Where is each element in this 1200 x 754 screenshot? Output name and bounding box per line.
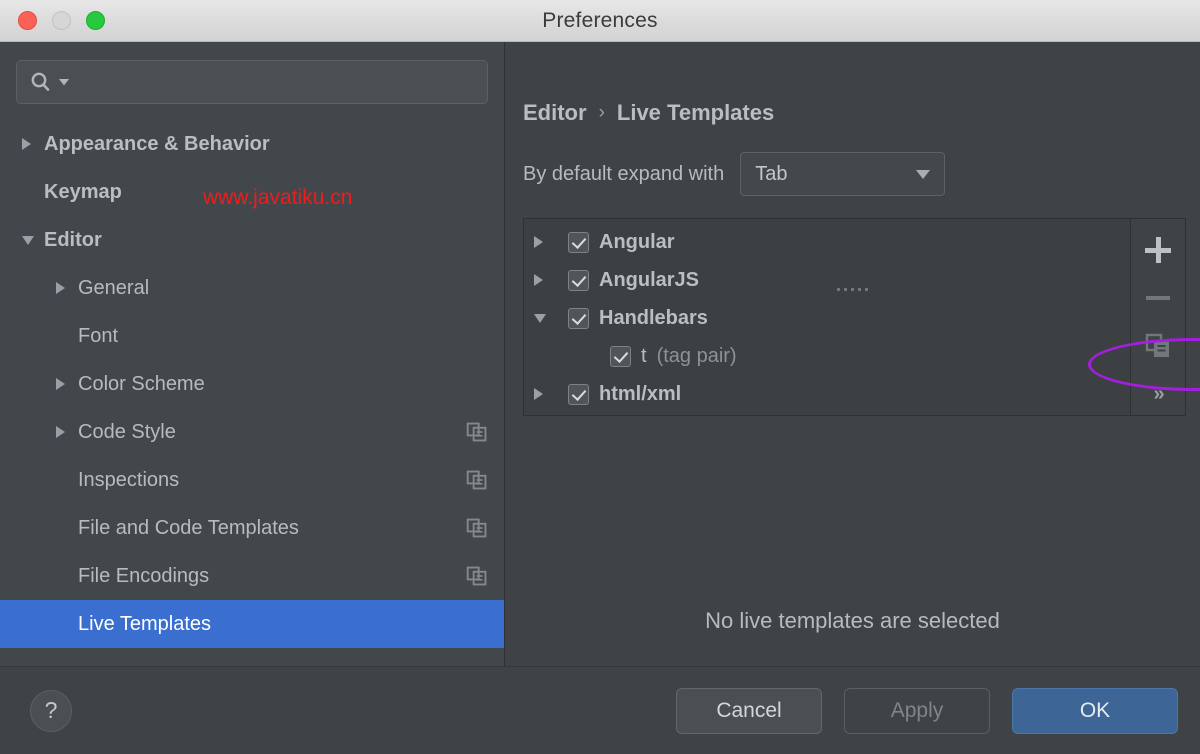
window-title: Preferences xyxy=(0,9,1200,33)
template-row[interactable]: Angular xyxy=(524,223,1130,261)
close-button-icon[interactable] xyxy=(18,11,37,30)
chevron-right-icon[interactable] xyxy=(56,426,78,438)
copy-settings-icon[interactable] xyxy=(466,469,488,491)
minimize-button-icon[interactable] xyxy=(52,11,71,30)
chevron-right-icon[interactable] xyxy=(56,378,78,390)
minus-icon xyxy=(1146,296,1170,300)
template-list-panel: Angular AngularJS Handlebars t (tag pair) htm… xyxy=(523,218,1186,416)
traffic-lights xyxy=(0,11,105,30)
sidebar-item-label: Code Style xyxy=(78,421,176,444)
more-options-button[interactable]: » xyxy=(1137,373,1179,415)
template-checkbox[interactable] xyxy=(568,384,589,405)
sidebar-item-appearance-behavior[interactable]: Appearance & Behavior xyxy=(0,120,504,168)
copy-settings-icon[interactable] xyxy=(466,565,488,587)
sidebar-item-label: Appearance & Behavior xyxy=(44,133,270,156)
template-row[interactable]: AngularJS xyxy=(524,261,1130,299)
chevron-right-icon[interactable] xyxy=(56,282,78,294)
template-checkbox[interactable] xyxy=(568,232,589,253)
preferences-window: Preferences Appearance & Behavior Keymap E… xyxy=(0,0,1200,754)
chevron-right-icon[interactable] xyxy=(534,274,558,286)
template-checkbox[interactable] xyxy=(610,346,631,367)
cancel-button[interactable]: Cancel xyxy=(676,688,822,734)
expand-with-row: By default expand with Tab xyxy=(505,126,1200,196)
sidebar-item-keymap[interactable]: Keymap xyxy=(0,168,504,216)
sidebar-item-label: Keymap xyxy=(44,181,122,204)
remove-template-button xyxy=(1137,277,1179,319)
sidebar-item-label: Color Scheme xyxy=(78,373,205,396)
expand-with-select[interactable]: Tab xyxy=(740,152,945,196)
sidebar-item-live-templates[interactable]: Live Templates xyxy=(0,600,504,648)
copy-icon xyxy=(1145,333,1171,359)
sidebar-item-file-and-code-templates[interactable]: File and Code Templates xyxy=(0,504,504,552)
sidebar-item-file-encodings[interactable]: File Encodings xyxy=(0,552,504,600)
template-description: (tag pair) xyxy=(657,345,737,368)
sidebar-item-label: Live Templates xyxy=(78,613,211,636)
sidebar-item-general[interactable]: General xyxy=(0,264,504,312)
search-icon xyxy=(29,70,53,94)
add-template-button[interactable] xyxy=(1137,229,1179,271)
breadcrumb: Editor › Live Templates xyxy=(505,42,1200,126)
sidebar-item-label: File and Code Templates xyxy=(78,517,299,540)
dialog-footer: ? Cancel Apply OK xyxy=(0,666,1200,754)
chevron-right-icon[interactable] xyxy=(534,236,558,248)
search-container xyxy=(0,42,504,114)
sidebar-item-color-scheme[interactable]: Color Scheme xyxy=(0,360,504,408)
settings-sidebar: Appearance & Behavior Keymap Editor General… xyxy=(0,42,505,666)
help-button[interactable]: ? xyxy=(30,690,72,732)
sidebar-item-label: Editor xyxy=(44,229,102,252)
chevron-right-icon[interactable] xyxy=(22,138,44,150)
sidebar-item-label: General xyxy=(78,277,149,300)
chevron-right-icon[interactable] xyxy=(534,388,558,400)
template-checkbox[interactable] xyxy=(568,270,589,291)
template-name: Angular xyxy=(599,231,675,254)
template-name: Handlebars xyxy=(599,307,708,330)
window-content: Appearance & Behavior Keymap Editor General… xyxy=(0,42,1200,666)
apply-button: Apply xyxy=(844,688,990,734)
double-chevron-right-icon: » xyxy=(1153,383,1162,406)
sidebar-item-label: Font xyxy=(78,325,118,348)
search-dropdown-icon[interactable] xyxy=(58,77,70,87)
search-input[interactable] xyxy=(16,60,488,104)
chevron-down-icon xyxy=(916,170,930,179)
title-bar: Preferences xyxy=(0,0,1200,42)
plus-icon xyxy=(1145,237,1171,263)
template-name: AngularJS xyxy=(599,269,699,292)
template-tree[interactable]: Angular AngularJS Handlebars t (tag pair) htm… xyxy=(524,219,1130,415)
template-name: t xyxy=(641,345,647,368)
chevron-down-icon[interactable] xyxy=(22,236,44,245)
copy-settings-icon[interactable] xyxy=(466,517,488,539)
sidebar-item-inspections[interactable]: Inspections xyxy=(0,456,504,504)
sidebar-item-editor[interactable]: Editor xyxy=(0,216,504,264)
settings-tree: Appearance & Behavior Keymap Editor General… xyxy=(0,114,504,666)
template-row[interactable]: Handlebars xyxy=(524,299,1130,337)
copy-settings-icon[interactable] xyxy=(466,421,488,443)
expand-with-value: Tab xyxy=(755,163,787,186)
breadcrumb-current: Live Templates xyxy=(617,100,774,126)
dialog-buttons: Cancel Apply OK xyxy=(676,688,1178,734)
breadcrumb-separator-icon: › xyxy=(599,102,605,124)
main-panel: Editor › Live Templates By default expan… xyxy=(505,42,1200,666)
ok-button[interactable]: OK xyxy=(1012,688,1178,734)
sidebar-item-label: File Encodings xyxy=(78,565,209,588)
sidebar-item-font[interactable]: Font xyxy=(0,312,504,360)
template-row[interactable]: html/xml xyxy=(524,375,1130,413)
duplicate-template-button xyxy=(1137,325,1179,367)
empty-state-message: No live templates are selected xyxy=(505,608,1200,634)
template-toolbar: » xyxy=(1130,219,1185,415)
template-name: html/xml xyxy=(599,383,681,406)
sidebar-item-label: Inspections xyxy=(78,469,179,492)
sidebar-item-code-style[interactable]: Code Style xyxy=(0,408,504,456)
breadcrumb-parent[interactable]: Editor xyxy=(523,100,587,126)
template-row[interactable]: t (tag pair) xyxy=(524,337,1130,375)
expand-with-label: By default expand with xyxy=(523,163,724,186)
chevron-down-icon[interactable] xyxy=(534,314,558,323)
template-checkbox[interactable] xyxy=(568,308,589,329)
maximize-button-icon[interactable] xyxy=(86,11,105,30)
